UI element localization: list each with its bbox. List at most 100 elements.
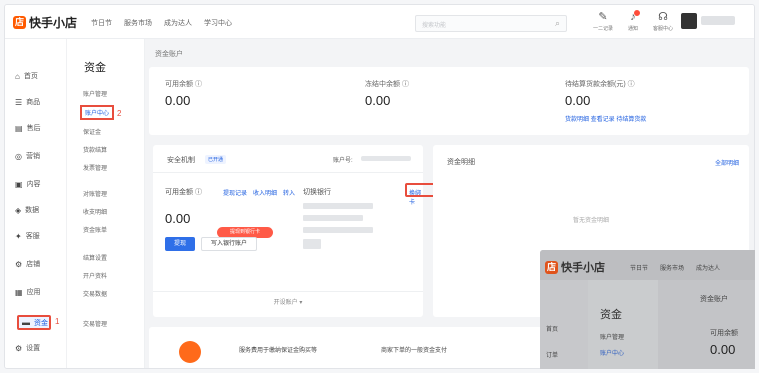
top-nav-item[interactable]: 成为达人 xyxy=(164,18,192,28)
available-label: 可用金额 ⓘ xyxy=(165,189,202,196)
service-label: 客服中心 xyxy=(653,26,674,32)
promo-item[interactable]: 服务费用于缴纳保证金购买等 xyxy=(239,345,317,354)
inset-top-bar: 店 快手小店 节日节 服务市场 成为达人 xyxy=(540,250,755,280)
sidebar-item-app[interactable]: ▦ 应用 xyxy=(15,287,41,297)
sub-item-invoice[interactable]: 发票管理 xyxy=(83,163,107,172)
sidebar-item-home[interactable]: ⌂ 首页 xyxy=(15,71,38,81)
data-icon: ◈ xyxy=(15,205,22,215)
sub-item-trade-data[interactable]: 交易数据 xyxy=(83,289,107,298)
sub-item-deposit[interactable]: 保证金 xyxy=(83,127,101,136)
sidebar-item-goods[interactable]: ☰ 商品 xyxy=(15,97,40,107)
breadcrumb: 资金账户 xyxy=(155,51,183,58)
service-icon: ✦ xyxy=(15,231,22,241)
inset-logo: 店 快手小店 xyxy=(545,259,605,275)
sub-item-bill[interactable]: 资金账单 xyxy=(83,225,107,234)
metric-value: 0.00 xyxy=(165,93,191,108)
sidebar-item-aftersale[interactable]: ▤ 售后 xyxy=(15,123,41,133)
top-icons: ✎ 一二记录 ♪ 通知 ☊ 客服中心 xyxy=(593,10,673,32)
inset-app-name: 快手小店 xyxy=(561,262,605,274)
sidebar-item-shop[interactable]: ⚙ 店铺 xyxy=(15,259,40,269)
search-placeholder: 搜索功能 xyxy=(422,23,447,29)
sub-item-income[interactable]: 收支明细 xyxy=(83,207,107,216)
inset-breadcrumb: 资金账户 xyxy=(700,296,728,303)
sub-item-settlement[interactable]: 货款结算 xyxy=(83,145,107,154)
inset-nav-item: 服务市场 xyxy=(660,266,685,272)
home-icon: ⌂ xyxy=(15,71,20,81)
income-detail-link[interactable]: 收入明细 xyxy=(253,188,277,197)
open-account-dropdown[interactable]: 开设账户 ▾ xyxy=(153,297,423,306)
sub-item-account-center[interactable]: 账户中心 xyxy=(80,105,115,120)
sidebar-item-label: 客服 xyxy=(25,233,40,240)
bank-label: 切换银行 xyxy=(303,189,331,196)
promo-item[interactable]: 商家下单的一般资金支付 xyxy=(381,345,447,354)
sidebar-item-data[interactable]: ◈ 数据 xyxy=(15,205,39,215)
promo-icon xyxy=(179,341,201,363)
app-icon: ▦ xyxy=(15,287,23,297)
top-nav-item[interactable]: 节日节 xyxy=(91,18,112,28)
tab-security[interactable]: 安全机制 xyxy=(167,155,195,165)
top-nav-item[interactable]: 学习中心 xyxy=(204,18,232,28)
sidebar-item-content[interactable]: ▣ 内容 xyxy=(15,179,41,189)
inset-nav: 节日节 服务市场 成为达人 xyxy=(630,263,720,272)
sidebar-item-funds[interactable]: ▬ 资金 xyxy=(17,315,51,330)
sidebar-item-label: 首页 xyxy=(23,73,38,80)
notification-label: 通知 xyxy=(627,26,638,32)
sidebar-item-label: 店铺 xyxy=(26,261,41,268)
inset-sub-title: 资金 xyxy=(600,309,622,321)
metric-value: 0.00 xyxy=(565,93,591,108)
bind-bank-button[interactable]: 写入银行账户 xyxy=(201,237,257,251)
sidebar-item-label: 营销 xyxy=(25,153,40,160)
shop-icon: ⚙ xyxy=(15,259,23,269)
withdraw-button[interactable]: 提现 xyxy=(165,237,195,251)
sidebar-item-service[interactable]: ✦ 客服 xyxy=(15,231,40,241)
divider xyxy=(153,291,423,292)
search-icon: ⌕ xyxy=(554,18,560,28)
notebook-button[interactable]: ✎ 一二记录 xyxy=(593,11,613,32)
sidebar-item-label: 应用 xyxy=(26,289,41,296)
goods-icon: ☰ xyxy=(15,97,23,107)
sub-item-opening[interactable]: 开户资料 xyxy=(83,271,107,280)
app-logo[interactable]: 店 快手小店 xyxy=(13,14,77,31)
shop-logo-icon: 店 xyxy=(13,16,26,29)
shop-logo-icon: 店 xyxy=(545,260,558,274)
sidebar-item-marketing[interactable]: ◎ 营销 xyxy=(15,151,40,161)
metric-links[interactable]: 货款明细 查看记录 待结算货款 xyxy=(565,114,646,123)
sidebar-item-settings[interactable]: ⚙ 设置 xyxy=(15,343,40,353)
top-bar: 店 快手小店 节日节 服务市场 成为达人 学习中心 搜索功能 ⌕ ✎ 一二记录 … xyxy=(5,5,754,39)
user-name-blurred[interactable] xyxy=(701,16,735,25)
metric-frozen: 冻结中余额 ⓘ 0.00 xyxy=(365,79,409,108)
avatar[interactable] xyxy=(681,13,697,29)
search-input[interactable]: 搜索功能 ⌕ xyxy=(415,15,567,32)
sidebar-item-label: 售后 xyxy=(26,125,41,132)
bank-info-blurred xyxy=(303,203,373,209)
primary-sidebar: ⌂ 首页 ☰ 商品 ▤ 售后 ◎ 营销 ▣ 内容 ◈ 数据 ✦ 客服 ⚙ 店铺 ▦ 应用 ▬ 资金 … xyxy=(5,39,67,368)
notebook-icon: ✎ xyxy=(598,11,608,23)
metric-label: 待结算货款余额(元) ⓘ xyxy=(565,81,635,88)
service-button[interactable]: ☊ 客服中心 xyxy=(653,11,673,32)
zoom-inset-overlay: 店 快手小店 节日节 服务市场 成为达人 首页 订单 资金 账户管理 账户中心 … xyxy=(540,250,755,369)
notification-dot xyxy=(634,10,640,16)
sub-item-account-manage[interactable]: 账户管理 xyxy=(83,89,107,98)
metric-pending: 待结算货款余额(元) ⓘ 0.00 货款明细 查看记录 待结算货款 xyxy=(565,79,646,123)
settings-icon: ⚙ xyxy=(15,343,23,353)
highlight-change-card xyxy=(405,183,435,197)
transfer-link[interactable]: 转入 xyxy=(283,188,295,197)
all-detail-link[interactable]: 全部明细 xyxy=(715,158,739,167)
available-amount: 0.00 xyxy=(165,211,191,226)
notification-button[interactable]: ♪ 通知 xyxy=(623,10,643,32)
metric-available: 可用余额 ⓘ 0.00 xyxy=(165,79,202,108)
sub-item-trade-manage[interactable]: 交易管理 xyxy=(83,319,107,328)
account-card: 安全机制 已开通 账户号: 可用金额 ⓘ 提现记录 收入明细 转入 切换银行 换… xyxy=(153,145,443,317)
marketing-icon: ◎ xyxy=(15,151,22,161)
top-nav-item[interactable]: 服务市场 xyxy=(124,18,152,28)
inset-metric-value: 0.00 xyxy=(710,342,736,357)
account-tab-row: 安全机制 已开通 账户号: xyxy=(153,145,423,173)
wallet-icon: ▬ xyxy=(22,318,30,327)
withdraw-record-link[interactable]: 提现记录 xyxy=(223,188,247,197)
order-icon: ▤ xyxy=(15,123,23,133)
inset-sub-item: 账户管理 xyxy=(600,335,625,341)
secondary-sidebar: 资金 账户管理 账户中心 2 保证金 货款结算 发票管理 对账管理 收支明细 资… xyxy=(67,39,145,368)
sub-item-reconcile[interactable]: 对账管理 xyxy=(83,189,107,198)
bank-info-blurred xyxy=(303,239,321,249)
sub-item-settings[interactable]: 结算设置 xyxy=(83,253,107,262)
